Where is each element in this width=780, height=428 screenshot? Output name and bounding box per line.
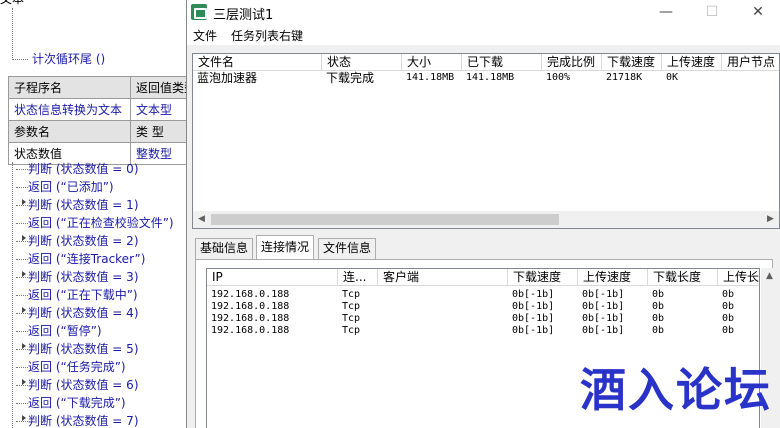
tab-basic-info[interactable]: 基础信息 [195,238,254,259]
conn-client [378,324,508,338]
code-line[interactable]: 判断 (状态数值 = 4) [16,304,139,322]
conn-ip: 192.168.0.188 [211,325,290,336]
task-status: 下载完成 [326,71,375,85]
code-line[interactable]: 判断 (状态数值 = 1) [16,196,139,214]
judge-statement: 判断 (状态数值 = 3) [28,270,139,284]
task-filename: 蓝泡加速器 [197,71,258,85]
scroll-up-icon[interactable]: ▲ [761,268,778,285]
code-line[interactable]: 判断 (状态数值 = 7) [16,412,139,428]
title-bar[interactable]: 三层测试1 — ☐ ✕ [187,0,780,25]
conn-ul-length: 0b [722,325,735,336]
editor-partial-line: 文本 [0,0,24,8]
col-header-download-speed[interactable]: 下载速度 [602,54,662,71]
col-header-client[interactable]: 客户端 [378,269,508,286]
task-peers [722,71,779,85]
return-statement: 返回 (“暂停”) [28,324,102,338]
param-name-header: 参数名 [8,120,131,143]
col-header-upload-speed[interactable]: 上传速度 [662,54,722,71]
code-line[interactable]: 返回 (“连接Tracker”) [16,250,145,268]
scroll-left-icon[interactable]: ◀ [193,211,210,228]
scroll-right-icon[interactable]: ▶ [762,211,779,228]
code-line[interactable]: 判断 (状态数值 = 2) [16,232,139,250]
task-percent: 100% [546,72,571,83]
code-line[interactable]: 判断 (状态数值 = 5) [16,340,139,358]
window-title: 三层测试1 [213,8,274,23]
task-list-hscrollbar[interactable]: ◀ ▶ [193,211,779,228]
conn-dl-length: 0b [652,325,665,336]
col-header-status[interactable]: 状态 [322,54,402,71]
watermark-text: 酒入论坛 [580,363,772,417]
minimize-button[interactable]: — [643,0,689,25]
menu-file[interactable]: 文件 [193,27,217,44]
task-size: 141.18MB [406,72,455,83]
code-line[interactable]: 返回 (“下载完成”) [16,394,126,412]
return-statement: 返回 (“任务完成”) [28,360,126,374]
subroutine-table: 子程序名 返回值类型 状态信息转换为文本 文本型 参数名 类 型 状态数值 整数… [8,76,203,165]
task-upload-speed: 0K [666,72,679,83]
return-statement: 返回 (“正在检查校验文件”) [28,216,174,230]
scroll-thumb[interactable] [211,214,559,225]
menu-task-list-context[interactable]: 任务列表右键 [231,27,303,44]
col-header-ip[interactable]: IP [207,269,338,286]
judge-statement: 判断 (状态数值 = 4) [28,306,139,320]
judge-statement: 判断 (状态数值 = 0) [28,162,139,176]
tab-connections[interactable]: 连接情况 [256,235,315,259]
col-header-downloaded[interactable]: 已下载 [462,54,542,71]
conn-ul-speed: 0b[-1b] [582,325,625,336]
judge-statement: 判断 (状态数值 = 7) [28,414,139,428]
judge-statement: 判断 (状态数值 = 2) [28,234,139,248]
return-statement: 返回 (“下载完成”) [28,396,126,410]
counter-loop-line[interactable]: 计次循环尾 () [32,50,105,68]
sub-name-value[interactable]: 状态信息转换为文本 [8,98,131,121]
col-header-peers[interactable]: 用户节点 [722,54,779,71]
tree-guide [12,162,13,428]
col-header-ul-speed[interactable]: 上传速度 [578,269,648,286]
code-line[interactable]: 判断 (状态数值 = 6) [16,376,139,394]
close-button[interactable]: ✕ [735,0,780,25]
judge-statement: 判断 (状态数值 = 6) [28,378,139,392]
return-statement: 返回 (“已添加”) [28,180,114,194]
col-header-dl-length[interactable]: 下载长度 [648,269,718,286]
col-header-ul-length[interactable]: 上传长 [718,269,759,286]
judge-statement: 判断 (状态数值 = 1) [28,198,139,212]
return-statement: 返回 (“正在下载中”) [28,288,138,302]
task-download-speed: 21718K [606,72,643,83]
judge-statement: 判断 (状态数值 = 5) [28,342,139,356]
code-line[interactable]: 判断 (状态数值 = 3) [16,268,139,286]
task-downloaded: 141.18MB [466,72,515,83]
col-header-dl-speed[interactable]: 下载速度 [508,269,578,286]
conn-type: Tcp [342,325,361,336]
code-line[interactable]: 返回 (“正在下载中”) [16,286,138,304]
menu-bar: 文件 任务列表右键 [187,25,780,45]
code-line[interactable]: 返回 (“任务完成”) [16,358,126,376]
task-list[interactable]: 文件名 状态 大小 已下载 完成比例 下载速度 上传速度 用户节点 蓝泡加速器 … [192,53,780,229]
col-header-filename[interactable]: 文件名 [193,54,322,71]
col-header-size[interactable]: 大小 [402,54,462,71]
code-line[interactable]: 判断 (状态数值 = 0) [16,160,139,178]
conn-dl-speed: 0b[-1b] [512,325,555,336]
code-line[interactable]: 返回 (“暂停”) [16,322,102,340]
maximize-button[interactable]: ☐ [689,0,735,25]
return-statement: 返回 (“连接Tracker”) [28,252,146,266]
col-header-conn-type[interactable]: 连... [338,269,378,286]
tab-file-info[interactable]: 文件信息 [318,238,377,259]
app-icon [191,4,207,20]
sub-name-header: 子程序名 [8,76,131,99]
tree-guide [12,59,28,60]
code-line[interactable]: 返回 (“正在检查校验文件”) [16,214,174,232]
code-line[interactable]: 返回 (“已添加”) [16,178,114,196]
col-header-percent[interactable]: 完成比例 [542,54,602,71]
tree-guide [12,8,13,58]
